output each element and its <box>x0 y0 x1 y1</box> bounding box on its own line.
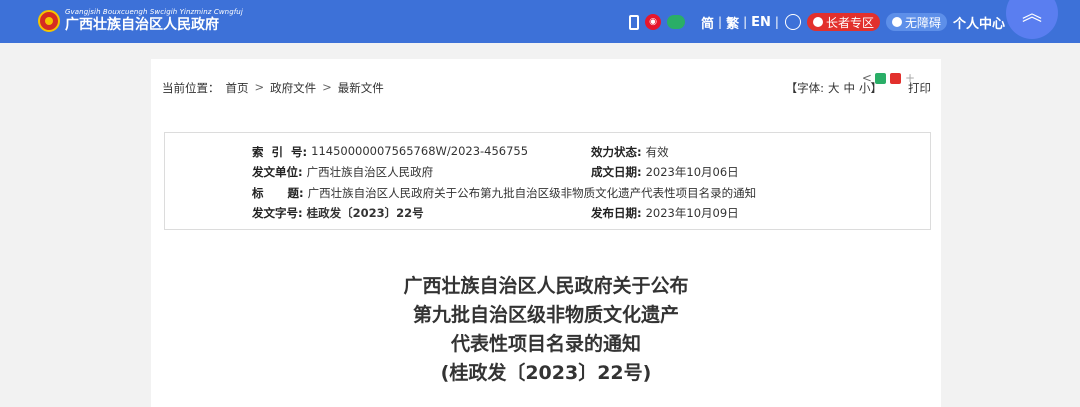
font-medium-button[interactable]: 中 <box>844 80 856 96</box>
accessibility-button[interactable]: 无障碍 <box>885 13 947 31</box>
lang-english-link[interactable]: EN <box>751 15 771 30</box>
meta-index-value: 11450000007565768W/2023-456755 <box>311 144 529 158</box>
lang-separator: | <box>743 15 748 29</box>
lang-separator: | <box>718 15 723 29</box>
accessibility-label: 无障碍 <box>904 15 941 30</box>
meta-created-label: 成文日期: <box>591 165 642 179</box>
meta-subject-label: 标 题: <box>252 186 304 200</box>
meta-index-label: 索 引 号: <box>252 145 308 159</box>
breadcrumb-gov-docs[interactable]: 政府文件 <box>270 80 316 96</box>
header-toolbar: ◉ 简 | 繁 | EN | 长者专区 无障碍 个人中心 <box>629 11 1005 33</box>
title-line-4: (桂政发〔2023〕22号) <box>440 362 652 384</box>
breadcrumb-home[interactable]: 首页 <box>226 80 249 96</box>
document-panel: 当前位置： 首页 > 政府文件 > 最新文件 < + 【字体: 大 中 小】 打… <box>151 59 941 407</box>
globe-icon[interactable] <box>784 14 801 30</box>
title-line-2: 第九批自治区级非物质文化遗产 <box>412 304 679 326</box>
meta-status-label: 效力状态: <box>591 145 642 159</box>
meta-docno-value: 桂政发〔2023〕22号 <box>306 206 424 220</box>
weibo-icon[interactable]: ◉ <box>645 14 662 30</box>
site-logo[interactable]: Gvangjsih Bouxcuengh Swcigih Yinzminz Cw… <box>38 9 243 32</box>
personal-center-link[interactable]: 个人中心 <box>953 13 1005 32</box>
font-small-button[interactable]: 小】 <box>859 80 882 96</box>
meta-created-value: 2023年10月06日 <box>645 165 739 179</box>
meta-published-value: 2023年10月09日 <box>645 206 739 220</box>
back-to-top-icon: ︽ <box>1022 1 1042 25</box>
meta-issuer-label: 发文单位: <box>252 165 303 179</box>
logo-text-block: Gvangjsih Bouxcuengh Swcigih Yinzminz Cw… <box>65 8 243 33</box>
font-size-control: 【字体: 大 中 小】 <box>786 80 886 96</box>
font-large-button[interactable]: 大 <box>828 80 840 96</box>
meta-status-value: 有效 <box>645 145 669 159</box>
breadcrumb-separator: > <box>254 80 265 94</box>
elder-icon <box>812 17 823 27</box>
meta-docno-row: 发文字号: 桂政发〔2023〕22号 <box>252 205 424 221</box>
lang-separator: | <box>774 15 779 29</box>
logo-pinyin: Gvangjsih Bouxcuengh Swcigih Yinzminz Cw… <box>65 8 243 16</box>
national-emblem-icon <box>38 9 60 32</box>
meta-docno-label: 发文字号: <box>252 206 303 220</box>
logo-title: 广西壮族自治区人民政府 <box>65 17 219 33</box>
title-line-3: 代表性项目名录的通知 <box>450 333 641 355</box>
breadcrumb: 当前位置： 首页 > 政府文件 > 最新文件 <box>162 80 390 96</box>
lang-traditional-link[interactable]: 繁 <box>726 13 739 32</box>
print-control: 打印 <box>898 80 931 96</box>
title-line-1: 广西壮族自治区人民政府关于公布 <box>403 275 689 297</box>
lang-simplified-link[interactable]: 简 <box>701 13 714 32</box>
meta-subject-row: 标 题: 广西壮族自治区人民政府关于公布第九批自治区级非物质文化遗产代表性项目名… <box>252 185 756 201</box>
meta-created-row: 成文日期: 2023年10月06日 <box>591 164 739 180</box>
meta-issuer-value: 广西壮族自治区人民政府 <box>306 165 434 179</box>
document-title: 广西壮族自治区人民政府关于公布 第九批自治区级非物质文化遗产 代表性项目名录的通… <box>151 272 941 388</box>
meta-index-row: 索 引 号: 11450000007565768W/2023-456755 <box>252 144 528 160</box>
meta-issuer-row: 发文单位: 广西壮族自治区人民政府 <box>252 164 433 180</box>
top-header: Gvangjsih Bouxcuengh Swcigih Yinzminz Cw… <box>0 0 1080 43</box>
elder-zone-label: 长者专区 <box>825 15 874 30</box>
font-size-label: 【字体: <box>785 81 824 95</box>
meta-status-row: 效力状态: 有效 <box>591 144 669 160</box>
breadcrumb-latest[interactable]: 最新文件 <box>338 80 384 96</box>
wheelchair-icon <box>891 17 902 27</box>
meta-published-row: 发布日期: 2023年10月09日 <box>591 205 739 221</box>
meta-subject-value: 广西壮族自治区人民政府关于公布第九批自治区级非物质文化遗产代表性项目名录的通知 <box>307 186 757 200</box>
phone-icon[interactable] <box>629 14 640 30</box>
back-to-top-button[interactable]: ︽ <box>1006 0 1058 39</box>
elder-zone-button[interactable]: 长者专区 <box>806 13 880 31</box>
meta-published-label: 发布日期: <box>591 206 642 220</box>
breadcrumb-separator: > <box>322 80 332 94</box>
document-metadata: 索 引 号: 11450000007565768W/2023-456755 效力… <box>164 132 931 230</box>
breadcrumb-prefix: 当前位置： <box>162 81 220 95</box>
wechat-icon[interactable] <box>667 15 686 29</box>
print-button[interactable]: 打印 <box>908 80 931 96</box>
